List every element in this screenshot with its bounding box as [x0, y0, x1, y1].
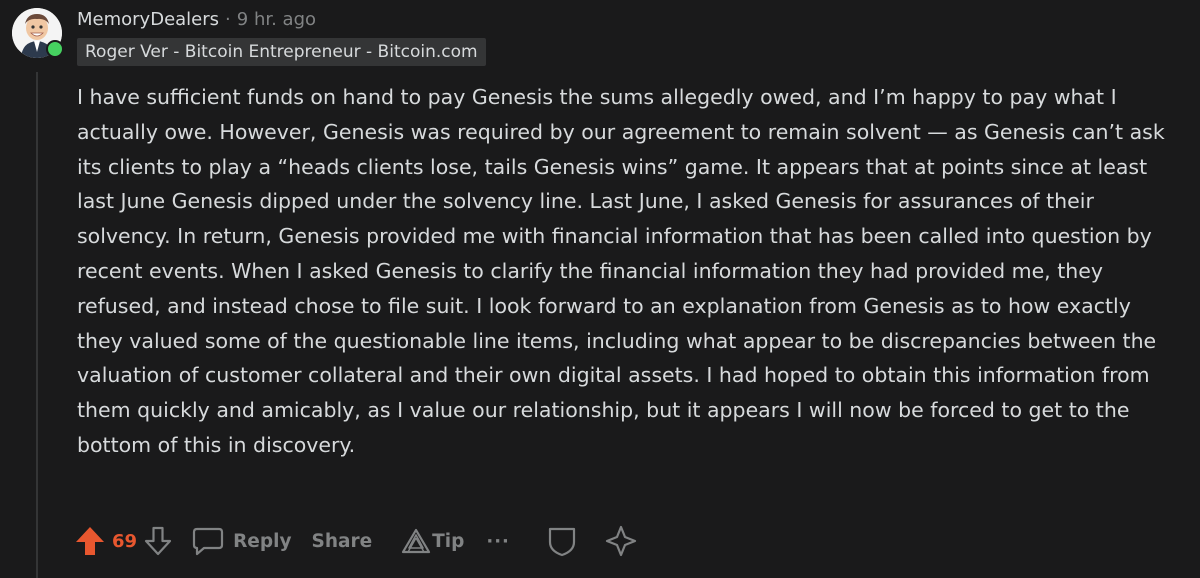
comment-body: I have sufficient funds on hand to pay G… [77, 85, 1165, 457]
reply-label: Reply [233, 530, 292, 552]
tip-label: Tip [432, 530, 465, 552]
award-star-icon [605, 525, 636, 557]
upvote-arrow-icon [76, 527, 104, 555]
avatar[interactable] [12, 8, 64, 60]
speech-bubble-icon [192, 527, 224, 556]
separator-dot: · [225, 8, 231, 30]
username-link[interactable]: MemoryDealers [77, 9, 219, 30]
share-label: Share [311, 530, 373, 552]
online-status-dot [46, 40, 64, 58]
more-options-button[interactable]: ··· [486, 531, 510, 552]
tip-button[interactable]: Tip [400, 527, 464, 555]
more-dots-icon: ··· [486, 530, 510, 552]
tip-triangle-icon [402, 528, 431, 554]
shield-icon [548, 527, 575, 557]
comment-header: MemoryDealers · 9 hr. ago [77, 6, 316, 32]
thread-line[interactable] [36, 72, 38, 578]
share-button[interactable]: Share [312, 531, 373, 552]
comment-actions: 69 Reply Share Tip ··· [74, 520, 638, 562]
user-flair: Roger Ver - Bitcoin Entrepreneur - Bitco… [77, 38, 486, 66]
reply-button[interactable]: Reply [191, 525, 292, 557]
award-button[interactable] [604, 524, 638, 558]
vote-score: 69 [112, 530, 138, 552]
upvote-button[interactable] [74, 525, 106, 557]
timestamp[interactable]: 9 hr. ago [237, 9, 316, 30]
moderation-shield-button[interactable] [546, 524, 578, 558]
downvote-button[interactable] [143, 525, 173, 557]
downvote-arrow-icon [144, 526, 172, 556]
